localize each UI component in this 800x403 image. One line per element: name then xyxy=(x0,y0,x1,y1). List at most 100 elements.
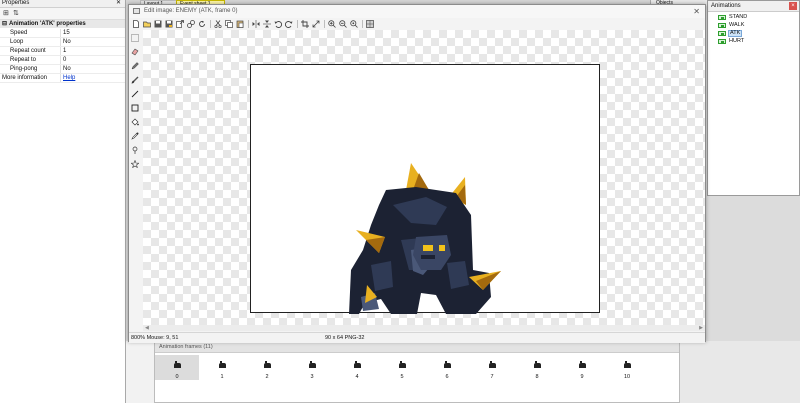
zoom-out-icon[interactable] xyxy=(339,20,347,28)
frame-thumbnail[interactable]: 1 xyxy=(200,355,244,380)
close-icon[interactable]: × xyxy=(789,2,797,10)
frame-thumbnail[interactable]: 3 xyxy=(290,355,334,380)
property-row-repeat-to[interactable]: Repeat to 0 xyxy=(0,56,125,65)
frame-number: 0 xyxy=(175,374,179,380)
brush-icon[interactable] xyxy=(131,76,139,84)
animation-name: WALK xyxy=(729,22,745,28)
horizontal-scrollbar[interactable]: ◀ ▶ xyxy=(143,325,705,331)
collapse-icon[interactable]: ⊟ xyxy=(2,20,7,28)
rectangle-select-icon[interactable] xyxy=(131,34,139,42)
image-bounds xyxy=(250,64,600,314)
dialog-status-bar: 800% Mouse: 9, 51 90 x 64 PNG-32 xyxy=(129,332,705,343)
animation-frames-panel: Animation frames (11) 0 1 2 3 4 5 6 7 8 … xyxy=(154,341,680,403)
frame-number: 1 xyxy=(220,374,224,380)
fill-bucket-icon[interactable] xyxy=(131,118,139,126)
close-icon[interactable]: ✕ xyxy=(116,0,121,7)
properties-title: Properties xyxy=(2,0,30,6)
frame-thumbnail[interactable]: 2 xyxy=(245,355,289,380)
hotspot-icon[interactable] xyxy=(131,146,139,154)
animation-name: ATK xyxy=(728,30,743,37)
frames-right-area xyxy=(680,341,800,403)
frame-number: 10 xyxy=(623,374,631,380)
flip-horizontal-icon[interactable] xyxy=(252,20,260,28)
zoom-reset-icon[interactable] xyxy=(350,20,358,28)
property-key: Ping-pong xyxy=(10,66,38,72)
export-icon[interactable] xyxy=(176,20,184,28)
frame-sprite xyxy=(264,361,271,368)
rectangle-icon[interactable] xyxy=(131,104,139,112)
properties-panel: Properties ✕ ⊞ ⇅ ⊟ Animation 'ATK' prope… xyxy=(0,0,126,403)
frames-title: Animation frames (11) xyxy=(159,344,213,350)
dialog-titlebar[interactable]: Edit image: ENEMY (ATK, frame 0) ✕ xyxy=(129,5,705,18)
pencil-icon[interactable] xyxy=(131,62,139,70)
frame-thumbnail[interactable]: 0 xyxy=(155,355,199,380)
zoom-in-icon[interactable] xyxy=(328,20,336,28)
property-row-loop[interactable]: Loop No xyxy=(0,38,125,47)
dialog-title: Edit image: ENEMY (ATK, frame 0) xyxy=(144,8,238,14)
eraser-icon[interactable] xyxy=(131,48,139,56)
frame-sprite xyxy=(309,361,316,368)
properties-section-header[interactable]: ⊟ Animation 'ATK' properties xyxy=(0,20,125,28)
frames-left-gutter xyxy=(126,341,155,403)
property-value[interactable]: 0 xyxy=(63,56,66,64)
frame-thumbnail[interactable]: 10 xyxy=(605,355,649,380)
frame-thumbnail[interactable]: 6 xyxy=(425,355,469,380)
property-key: Speed xyxy=(10,30,28,36)
categorized-sort-icon[interactable]: ⊞ xyxy=(3,9,9,18)
frame-thumbnail[interactable]: 5 xyxy=(380,355,424,380)
resize-icon[interactable] xyxy=(312,20,320,28)
save-as-icon[interactable] xyxy=(165,20,173,28)
frame-thumbnail[interactable]: 7 xyxy=(470,355,514,380)
animation-icon xyxy=(718,39,726,44)
paste-icon[interactable] xyxy=(236,20,244,28)
property-value[interactable]: No xyxy=(63,38,71,46)
properties-titlebar: Properties ✕ xyxy=(0,0,125,8)
scroll-left-icon[interactable]: ◀ xyxy=(145,325,149,331)
properties-toolbar: ⊞ ⇅ xyxy=(0,8,125,20)
help-link[interactable]: Help xyxy=(63,74,75,82)
image-editor-toolbar xyxy=(129,18,705,30)
refresh-icon[interactable] xyxy=(198,20,206,28)
grid-toggle-icon[interactable] xyxy=(366,20,374,28)
frame-thumbnail[interactable]: 8 xyxy=(515,355,559,380)
copy-icon[interactable] xyxy=(225,20,233,28)
frame-number: 5 xyxy=(400,374,404,380)
link-icon[interactable] xyxy=(187,20,195,28)
scroll-right-icon[interactable]: ▶ xyxy=(699,325,703,331)
save-icon[interactable] xyxy=(154,20,162,28)
frame-sprite xyxy=(624,361,631,368)
animation-name: HURT xyxy=(729,38,745,44)
property-row-repeat-count[interactable]: Repeat count 1 xyxy=(0,47,125,56)
property-row-ping-pong[interactable]: Ping-pong No xyxy=(0,65,125,74)
rotate-right-icon[interactable] xyxy=(285,20,293,28)
rotate-left-icon[interactable] xyxy=(274,20,282,28)
frame-thumbnail[interactable]: 4 xyxy=(335,355,379,380)
frame-sprite xyxy=(579,361,586,368)
color-picker-icon[interactable] xyxy=(131,132,139,140)
property-key: Loop xyxy=(10,39,24,45)
drawing-tools-sidebar xyxy=(129,30,142,325)
frame-sprite xyxy=(354,361,361,368)
property-value[interactable]: 1 xyxy=(63,47,66,55)
property-value[interactable]: No xyxy=(63,65,71,73)
property-value[interactable]: 15 xyxy=(63,29,70,37)
animation-icon xyxy=(718,31,726,36)
frame-thumbnail[interactable]: 9 xyxy=(560,355,604,380)
image-editor-icon xyxy=(133,8,140,14)
close-icon[interactable]: ✕ xyxy=(693,5,700,18)
frame-number: 2 xyxy=(265,374,269,380)
crop-icon[interactable] xyxy=(301,20,309,28)
image-canvas[interactable] xyxy=(143,30,705,325)
new-icon[interactable] xyxy=(132,20,140,28)
section-title: Animation 'ATK' properties xyxy=(9,21,86,27)
line-icon[interactable] xyxy=(131,90,139,98)
animations-panel: Animations × STAND WALK ATK HURT xyxy=(707,0,800,196)
open-icon[interactable] xyxy=(143,20,151,28)
image-points-icon[interactable] xyxy=(131,160,139,168)
frame-sprite xyxy=(174,361,181,368)
flip-vertical-icon[interactable] xyxy=(263,20,271,28)
alphabetical-sort-icon[interactable]: ⇅ xyxy=(13,9,19,18)
property-row-speed[interactable]: Speed 15 xyxy=(0,29,125,38)
edit-image-dialog: Edit image: ENEMY (ATK, frame 0) ✕ ◀ ▶ 8… xyxy=(128,4,706,343)
cut-icon[interactable] xyxy=(214,20,222,28)
